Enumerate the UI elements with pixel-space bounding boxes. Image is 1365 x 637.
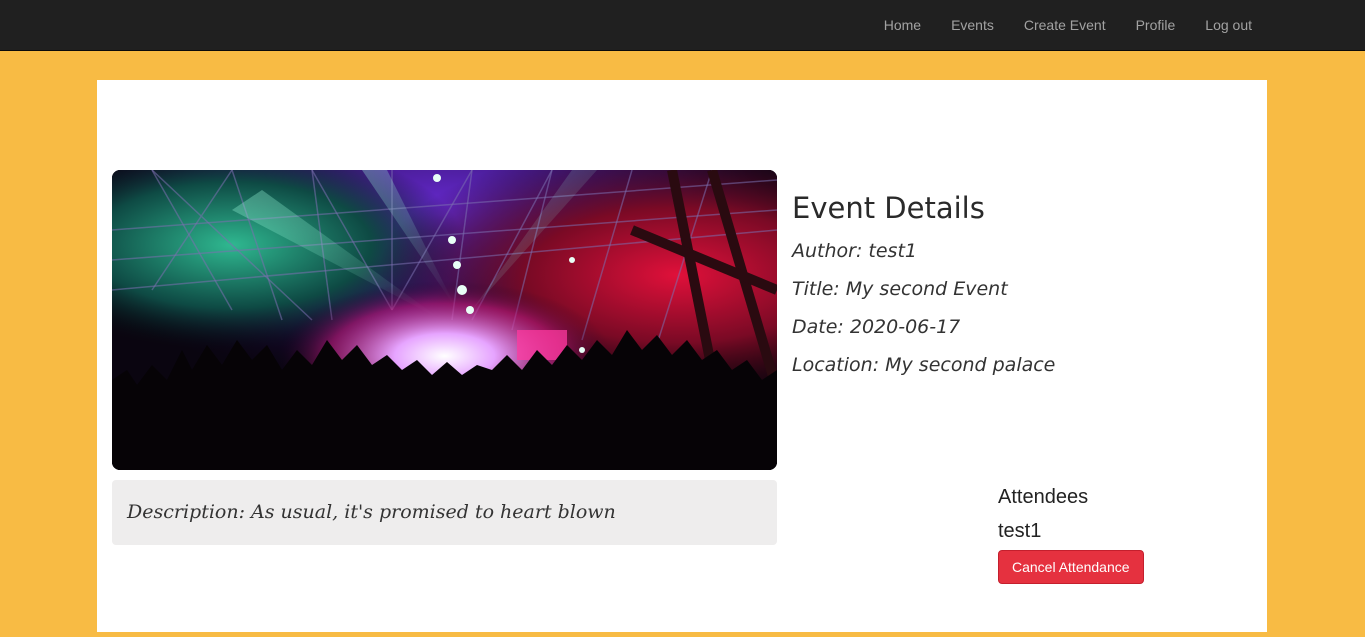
event-details-card: Description: As usual, it's promised to … xyxy=(97,80,1267,632)
attendees-heading: Attendees xyxy=(998,486,1089,508)
event-date: Date: 2020-06-17 xyxy=(792,316,961,338)
attendees-panel: Attendees test1 Cancel Attendance xyxy=(998,482,1238,584)
nav-home-link[interactable]: Home xyxy=(869,0,936,50)
event-author: Author: test1 xyxy=(792,240,917,262)
event-details-heading: Event Details xyxy=(792,191,985,225)
nav-profile-link[interactable]: Profile xyxy=(1121,0,1191,50)
navbar: Home Events Create Event Profile Log out xyxy=(0,0,1365,51)
event-title: Title: My second Event xyxy=(792,278,1008,300)
cancel-attendance-button[interactable]: Cancel Attendance xyxy=(998,550,1144,584)
event-details: Event Details Author: test1 Title: My se… xyxy=(792,188,1252,384)
nav-create-event-link[interactable]: Create Event xyxy=(1009,0,1121,50)
event-image xyxy=(112,170,777,470)
attendee-name: test1 xyxy=(998,520,1042,542)
nav-logout-link[interactable]: Log out xyxy=(1190,0,1267,50)
event-description: Description: As usual, it's promised to … xyxy=(112,480,777,545)
event-location: Location: My second palace xyxy=(792,354,1056,376)
nav-links: Home Events Create Event Profile Log out xyxy=(869,0,1267,50)
nav-events-link[interactable]: Events xyxy=(936,0,1009,50)
